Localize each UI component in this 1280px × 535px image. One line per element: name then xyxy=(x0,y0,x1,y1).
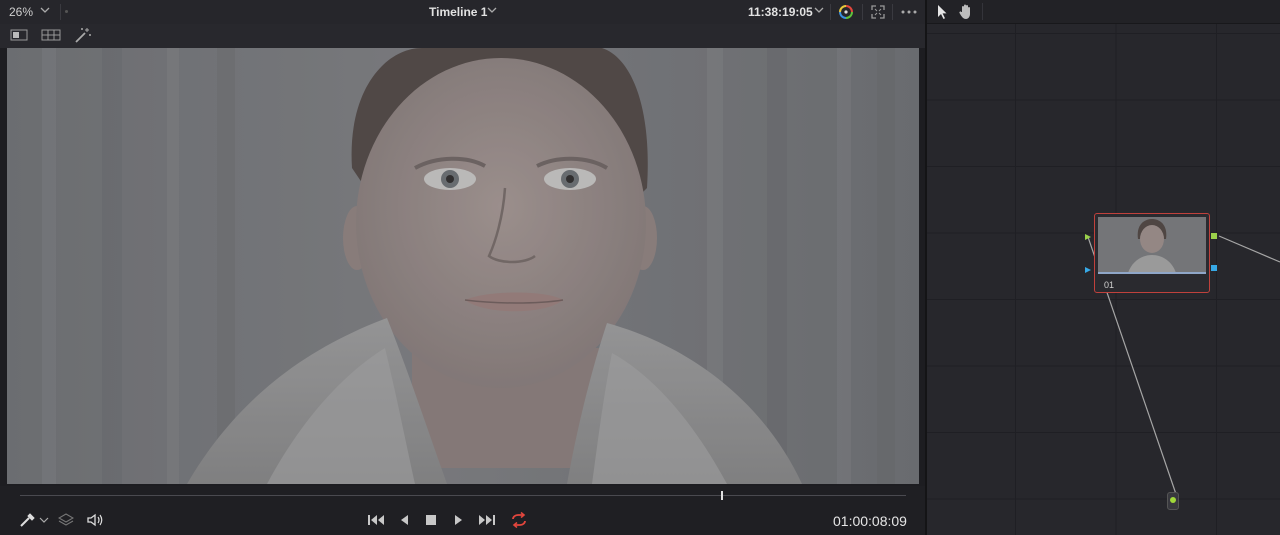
layers-icon[interactable] xyxy=(58,512,74,528)
chevron-down-icon[interactable] xyxy=(814,4,824,16)
node-label: 01 xyxy=(1104,280,1115,290)
source-output-port[interactable] xyxy=(1170,497,1176,503)
dot-icon xyxy=(65,10,68,13)
record-timecode[interactable]: 01:00:08:09 xyxy=(833,513,907,529)
zoom-level[interactable]: 26% xyxy=(9,5,33,19)
play-icon[interactable] xyxy=(450,512,466,528)
playhead[interactable] xyxy=(720,491,723,500)
source-timecode[interactable]: 11:38:19:05 xyxy=(748,5,813,19)
magic-wand-icon[interactable] xyxy=(74,27,92,43)
speaker-icon[interactable] xyxy=(86,512,104,528)
scrub-bar[interactable] xyxy=(20,495,906,496)
color-wheel-icon[interactable] xyxy=(838,4,854,20)
more-icon[interactable] xyxy=(900,5,918,19)
skip-first-icon[interactable] xyxy=(366,512,386,528)
toolbar-separator xyxy=(60,4,61,20)
fullscreen-icon[interactable] xyxy=(871,5,885,19)
toolbar-separator xyxy=(862,4,863,20)
stop-icon[interactable] xyxy=(423,512,439,528)
toolbar-separator xyxy=(892,4,893,20)
video-frame[interactable] xyxy=(7,48,919,484)
skip-last-icon[interactable] xyxy=(477,512,497,528)
alpha-input-port[interactable] xyxy=(1084,266,1092,274)
toolbar-separator xyxy=(830,4,831,20)
node-thumbnail xyxy=(1098,217,1206,273)
timeline-name[interactable]: Timeline 1 xyxy=(429,5,487,19)
viewer-toolbar xyxy=(0,24,925,48)
rgb-output-port[interactable] xyxy=(1211,233,1217,239)
grid-view-icon[interactable] xyxy=(41,28,61,42)
node-status-bar xyxy=(1098,272,1206,274)
chevron-down-icon[interactable] xyxy=(39,515,49,525)
chevron-down-icon[interactable] xyxy=(40,4,50,16)
loop-icon[interactable] xyxy=(509,511,529,529)
single-view-icon[interactable] xyxy=(10,28,28,42)
rgb-input-port[interactable] xyxy=(1084,233,1092,241)
color-picker-icon[interactable] xyxy=(18,512,36,528)
step-back-icon[interactable] xyxy=(397,512,413,528)
alpha-output-port[interactable] xyxy=(1211,265,1217,271)
chevron-down-icon[interactable] xyxy=(487,4,497,16)
